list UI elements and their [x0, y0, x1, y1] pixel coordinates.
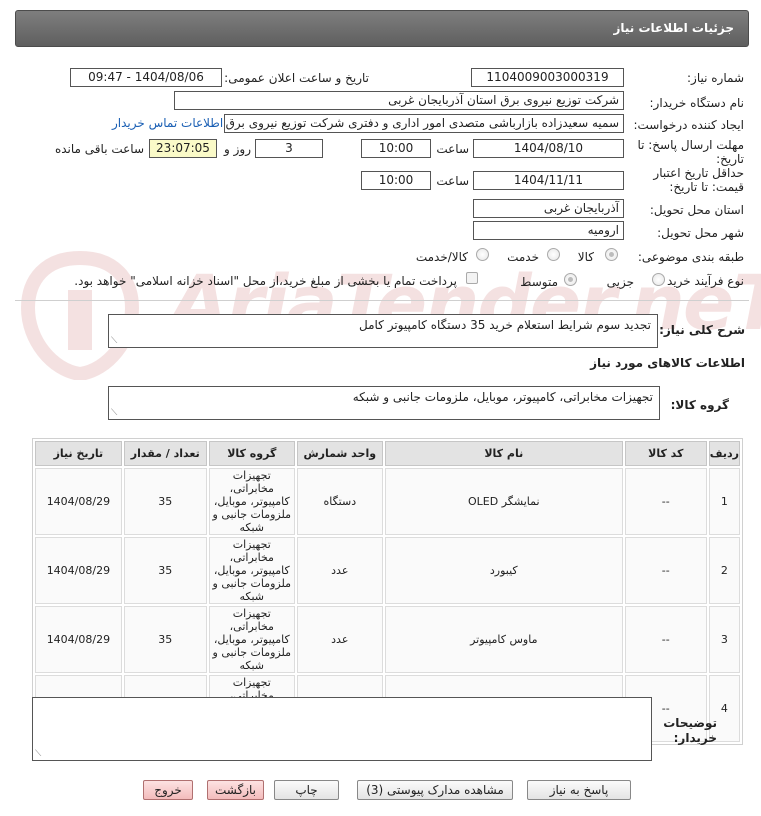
cell-unit: دستگاه: [296, 468, 383, 535]
resize-grip-icon[interactable]: ⟋: [35, 749, 41, 759]
process-option-medium: متوسط: [520, 275, 558, 289]
resize-grip-icon[interactable]: ⟋: [111, 408, 117, 418]
col-group: گروه کالا: [208, 441, 295, 466]
cell-code: --: [624, 468, 707, 535]
validity-time-label: ساعت: [436, 174, 469, 188]
need-number-field: 1104009003000319: [471, 68, 624, 87]
cell-name: ماوس کامپیوتر: [384, 606, 623, 673]
validity-time-field: 10:00: [361, 171, 431, 190]
col-row: ردیف: [708, 441, 740, 466]
province-label: استان محل تحویل:: [649, 203, 744, 217]
cell-row: 2: [708, 537, 740, 604]
remaining-label: ساعت باقی مانده: [54, 142, 144, 156]
cell-code: --: [624, 537, 707, 604]
category-option-both: کالا/خدمت: [415, 250, 468, 264]
cell-qty: 35: [123, 537, 207, 604]
cell-qty: 35: [123, 468, 207, 535]
deadline-time-label: ساعت: [436, 142, 469, 156]
divider: [15, 300, 749, 301]
cell-row: 1: [708, 468, 740, 535]
header-bar: جزئیات اطلاعات نیاز: [15, 10, 749, 47]
category-option-goods: کالا: [577, 250, 594, 264]
cell-code: --: [624, 606, 707, 673]
process-label: نوع فرآیند خرید :: [659, 274, 744, 288]
deadline-date-field: 1404/08/10: [473, 139, 624, 158]
resize-grip-icon[interactable]: ⟋: [111, 336, 117, 346]
city-field: ارومیه: [473, 221, 624, 240]
category-option-service: خدمت: [507, 250, 539, 264]
days-field: 3: [255, 139, 323, 158]
description-field: تجدید سوم شرایط استعلام خرید 35 دستگاه ک…: [108, 314, 658, 348]
cell-row: 3: [708, 606, 740, 673]
goods-group-text: تجهیزات مخابراتی، کامپیوتر، موبایل، ملزو…: [352, 390, 653, 404]
view-documents-button[interactable]: مشاهده مدارک پیوستی (3): [357, 780, 513, 800]
table-row: 1 -- نمایشگر OLED دستگاه تجهیزات مخابرات…: [35, 468, 740, 535]
col-date: تاریخ نیاز: [35, 441, 122, 466]
cell-name: کیبورد: [384, 537, 623, 604]
buyer-notes-label: توضیحات خریدار:: [663, 716, 717, 745]
days-label: روز و: [224, 142, 251, 156]
creator-field: سمیه سعیدزاده بازارباشی متصدی امور اداری…: [224, 114, 624, 133]
validity-date-field: 1404/11/11: [473, 171, 624, 190]
col-unit: واحد شمارش: [296, 441, 383, 466]
table-row: 3 -- ماوس کامپیوتر عدد تجهیزات مخابراتی،…: [35, 606, 740, 673]
remaining-time-field: 23:07:05: [149, 139, 217, 158]
process-radio-minor[interactable]: [652, 273, 665, 286]
city-label: شهر محل تحویل:: [657, 226, 744, 240]
process-radio-medium[interactable]: [564, 273, 577, 286]
cell-group: تجهیزات مخابراتی، کامپیوتر، موبایل، ملزو…: [208, 537, 295, 604]
cell-unit: عدد: [296, 537, 383, 604]
table-header-row: ردیف کد کالا نام کالا واحد شمارش گروه کا…: [35, 441, 740, 466]
category-radio-service[interactable]: [547, 248, 560, 261]
buyer-notes-field: ⟋: [32, 697, 652, 761]
table-row: 2 -- کیبورد عدد تجهیزات مخابراتی، کامپیو…: [35, 537, 740, 604]
cell-name: نمایشگر OLED: [384, 468, 623, 535]
cell-date: 1404/08/29: [35, 537, 122, 604]
cell-group: تجهیزات مخابراتی، کامپیوتر، موبایل، ملزو…: [208, 468, 295, 535]
buyer-org-field: شرکت توزیع نیروی برق استان آذربایجان غرب…: [174, 91, 624, 110]
announce-field: 1404/08/06 - 09:47: [70, 68, 222, 87]
cell-date: 1404/08/29: [35, 468, 122, 535]
deadline-time-field: 10:00: [361, 139, 431, 158]
contact-buyer-link[interactable]: اطلاعات تماس خریدار: [112, 116, 223, 130]
page-title: جزئیات اطلاعات نیاز: [613, 21, 734, 35]
process-option-minor: جزیی: [606, 275, 634, 289]
need-number-label: شماره نیاز:: [687, 71, 744, 85]
province-field: آذربایجان غربی: [473, 199, 624, 218]
description-label: شرح کلی نیاز:: [659, 323, 745, 337]
creator-label: ایجاد کننده درخواست:: [633, 118, 744, 132]
print-button[interactable]: چاپ: [274, 780, 339, 800]
goods-group-label: گروه کالا:: [670, 398, 729, 412]
announce-label: تاریخ و ساعت اعلان عمومی:: [224, 71, 369, 85]
goods-group-field: تجهیزات مخابراتی، کامپیوتر، موبایل، ملزو…: [108, 386, 660, 420]
cell-unit: عدد: [296, 606, 383, 673]
validity-label: حداقل تاریخ اعتبار قیمت: تا تاریخ:: [653, 166, 744, 194]
col-name: نام کالا: [384, 441, 623, 466]
description-text: تجدید سوم شرایط استعلام خرید 35 دستگاه ک…: [359, 318, 651, 332]
reply-button[interactable]: پاسخ به نیاز: [527, 780, 631, 800]
buyer-org-label: نام دستگاه خریدار:: [649, 96, 745, 110]
cell-qty: 35: [123, 606, 207, 673]
category-radio-both[interactable]: [476, 248, 489, 261]
goods-section-title: اطلاعات کالاهای مورد نیاز: [590, 356, 745, 370]
category-label: طبقه بندی موضوعی:: [637, 250, 744, 264]
payment-note: پرداخت تمام یا بخشی از مبلغ خرید،از محل …: [74, 274, 457, 288]
cell-group: تجهیزات مخابراتی، کامپیوتر، موبایل، ملزو…: [208, 606, 295, 673]
col-code: کد کالا: [624, 441, 707, 466]
deadline-label: مهلت ارسال پاسخ: تا تاریخ:: [637, 138, 744, 166]
col-qty: تعداد / مقدار: [123, 441, 207, 466]
exit-button[interactable]: خروج: [143, 780, 193, 800]
cell-date: 1404/08/29: [35, 606, 122, 673]
treasury-checkbox[interactable]: [466, 272, 478, 284]
category-radio-goods[interactable]: [605, 248, 618, 261]
back-button[interactable]: بازگشت: [207, 780, 264, 800]
